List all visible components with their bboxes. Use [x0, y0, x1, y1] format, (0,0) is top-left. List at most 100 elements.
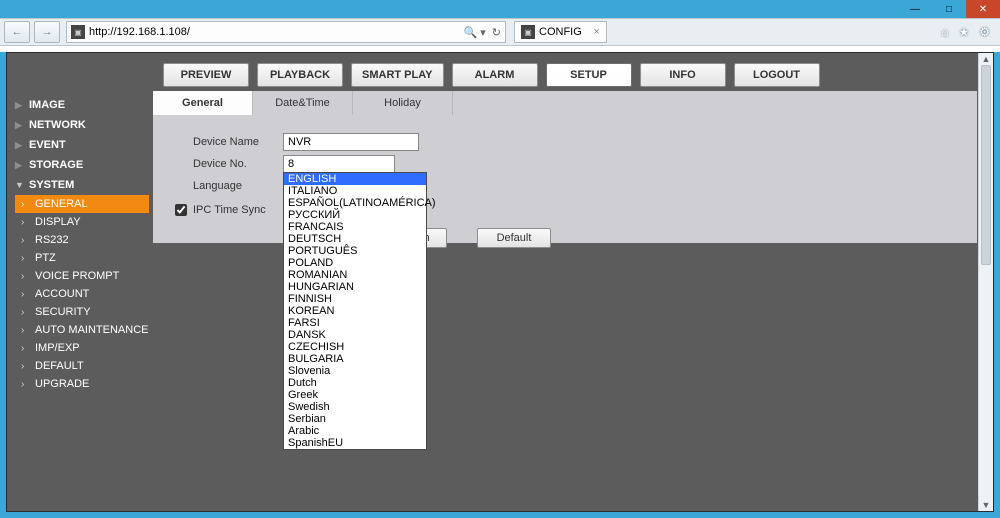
nav-alarm[interactable]: ALARM: [452, 63, 538, 87]
sidebar-label: IMAGE: [29, 99, 65, 111]
sidebar-item-ptz[interactable]: ›PTZ: [15, 249, 149, 267]
sidebar-item-label: VOICE PROMPT: [35, 270, 119, 282]
scrollbar-vertical[interactable]: ▲ ▼: [978, 53, 993, 511]
language-option[interactable]: РУССКИЙ: [284, 209, 426, 221]
home-icon[interactable]: ⌂: [941, 25, 948, 39]
sidebar-item-display[interactable]: ›DISPLAY: [15, 213, 149, 231]
language-option[interactable]: FRANCAIS: [284, 221, 426, 233]
language-option[interactable]: Arabic: [284, 425, 426, 437]
sidebar-item-label: GENERAL: [35, 198, 88, 210]
ipc-sync-checkbox[interactable]: [175, 204, 187, 216]
window-titlebar: — □ ✕: [0, 0, 1000, 18]
sidebar-section-event[interactable]: ▶EVENT: [15, 135, 149, 155]
sidebar-label: EVENT: [29, 139, 66, 151]
nav-logout[interactable]: LOGOUT: [734, 63, 820, 87]
device-name-input[interactable]: [283, 133, 419, 151]
tab-close-icon[interactable]: ×: [593, 26, 599, 38]
device-name-label: Device Name: [193, 136, 283, 148]
language-option[interactable]: DEUTSCH: [284, 233, 426, 245]
nav-playback[interactable]: PLAYBACK: [257, 63, 343, 87]
scroll-down-icon[interactable]: ▼: [979, 499, 993, 511]
back-button[interactable]: ←: [4, 21, 30, 43]
sidebar-item-label: IMP/EXP: [35, 342, 80, 354]
device-no-input[interactable]: [283, 155, 395, 173]
sidebar-item-impexp[interactable]: ›IMP/EXP: [15, 339, 149, 357]
sidebar-section-image[interactable]: ▶IMAGE: [15, 95, 149, 115]
app-frame: PREVIEW PLAYBACK SMART PLAY ALARM SETUP …: [6, 52, 994, 512]
content: General Date&Time Holiday Device Name De…: [153, 91, 993, 509]
scroll-up-icon[interactable]: ▲: [979, 53, 993, 65]
sidebar-label: SYSTEM: [29, 179, 74, 191]
language-option[interactable]: ENGLISH: [284, 173, 426, 185]
sidebar-item-label: AUTO MAINTENANCE: [35, 324, 148, 336]
nav-preview[interactable]: PREVIEW: [163, 63, 249, 87]
favicon-icon: ▣: [71, 25, 85, 39]
sidebar-section-storage[interactable]: ▶STORAGE: [15, 155, 149, 175]
language-option[interactable]: HUNGARIAN: [284, 281, 426, 293]
forward-button[interactable]: →: [34, 21, 60, 43]
language-option[interactable]: ESPAÑOL(LATINOAMÉRICA): [284, 197, 426, 209]
device-no-label: Device No.: [193, 158, 283, 170]
sidebar-item-label: SECURITY: [35, 306, 91, 318]
tab-favicon-icon: ▣: [521, 25, 535, 39]
subtabs: General Date&Time Holiday: [153, 91, 977, 115]
scrollbar-thumb[interactable]: [981, 65, 991, 265]
subtab-general[interactable]: General: [153, 91, 253, 115]
language-option[interactable]: Dutch: [284, 377, 426, 389]
browser-tab[interactable]: ▣ CONFIG ×: [514, 21, 607, 43]
general-panel: Device Name Device No. Language IPC Time…: [153, 115, 977, 243]
gear-icon[interactable]: ⚙: [979, 25, 990, 39]
language-option[interactable]: Swedish: [284, 401, 426, 413]
ipc-sync-label: IPC Time Sync: [193, 204, 266, 216]
language-option[interactable]: FARSI: [284, 317, 426, 329]
default-button[interactable]: Default: [477, 228, 551, 248]
sidebar-item-rs232[interactable]: ›RS232: [15, 231, 149, 249]
sidebar-label: STORAGE: [29, 159, 83, 171]
window-minimize-button[interactable]: —: [898, 0, 932, 18]
tab-title: CONFIG: [539, 26, 582, 38]
nav-smartplay[interactable]: SMART PLAY: [351, 63, 444, 87]
star-icon[interactable]: ★: [958, 25, 969, 39]
language-option[interactable]: FINNISH: [284, 293, 426, 305]
window-close-button[interactable]: ✕: [966, 0, 1000, 18]
sidebar-item-label: DISPLAY: [35, 216, 81, 228]
nav-setup[interactable]: SETUP: [546, 63, 632, 87]
language-option[interactable]: ITALIANO: [284, 185, 426, 197]
sidebar-item-default[interactable]: ›DEFAULT: [15, 357, 149, 375]
sidebar: ▶IMAGE ▶NETWORK ▶EVENT ▶STORAGE ▼SYSTEM …: [7, 91, 153, 509]
sidebar-item-security[interactable]: ›SECURITY: [15, 303, 149, 321]
language-option[interactable]: SpanishEU: [284, 437, 426, 449]
sidebar-item-voice[interactable]: ›VOICE PROMPT: [15, 267, 149, 285]
language-option[interactable]: ROMANIAN: [284, 269, 426, 281]
sidebar-item-label: RS232: [35, 234, 69, 246]
url-host: 192.168.1.108/: [117, 26, 190, 38]
sidebar-item-account[interactable]: ›ACCOUNT: [15, 285, 149, 303]
sidebar-label: NETWORK: [29, 119, 86, 131]
sidebar-item-label: DEFAULT: [35, 360, 84, 372]
language-option[interactable]: Greek: [284, 389, 426, 401]
language-option[interactable]: Slovenia: [284, 365, 426, 377]
language-option[interactable]: DANSK: [284, 329, 426, 341]
nav-info[interactable]: INFO: [640, 63, 726, 87]
sidebar-section-network[interactable]: ▶NETWORK: [15, 115, 149, 135]
language-option[interactable]: CZECHISH: [284, 341, 426, 353]
sidebar-item-label: UPGRADE: [35, 378, 89, 390]
language-option[interactable]: PORTUGUÊS: [284, 245, 426, 257]
window-maximize-button[interactable]: □: [932, 0, 966, 18]
sidebar-section-system[interactable]: ▼SYSTEM: [15, 175, 149, 195]
subtab-datetime[interactable]: Date&Time: [253, 91, 353, 115]
language-dropdown[interactable]: ENGLISHITALIANOESPAÑOL(LATINOAMÉRICA)РУС…: [283, 172, 427, 450]
language-option[interactable]: KOREAN: [284, 305, 426, 317]
sidebar-item-automaint[interactable]: ›AUTO MAINTENANCE: [15, 321, 149, 339]
top-nav: PREVIEW PLAYBACK SMART PLAY ALARM SETUP …: [7, 53, 993, 91]
address-bar[interactable]: ▣ http://192.168.1.108/ 🔍 ▾ ↻: [66, 21, 506, 43]
language-option[interactable]: POLAND: [284, 257, 426, 269]
sidebar-item-general[interactable]: ›GENERAL: [15, 195, 149, 213]
language-option[interactable]: Serbian: [284, 413, 426, 425]
sidebar-item-upgrade[interactable]: ›UPGRADE: [15, 375, 149, 393]
url-prefix: http://: [89, 26, 117, 38]
search-icon[interactable]: 🔍 ▾: [464, 26, 486, 39]
refresh-icon[interactable]: ↻: [492, 26, 501, 39]
language-option[interactable]: BULGARIA: [284, 353, 426, 365]
subtab-holiday[interactable]: Holiday: [353, 91, 453, 115]
